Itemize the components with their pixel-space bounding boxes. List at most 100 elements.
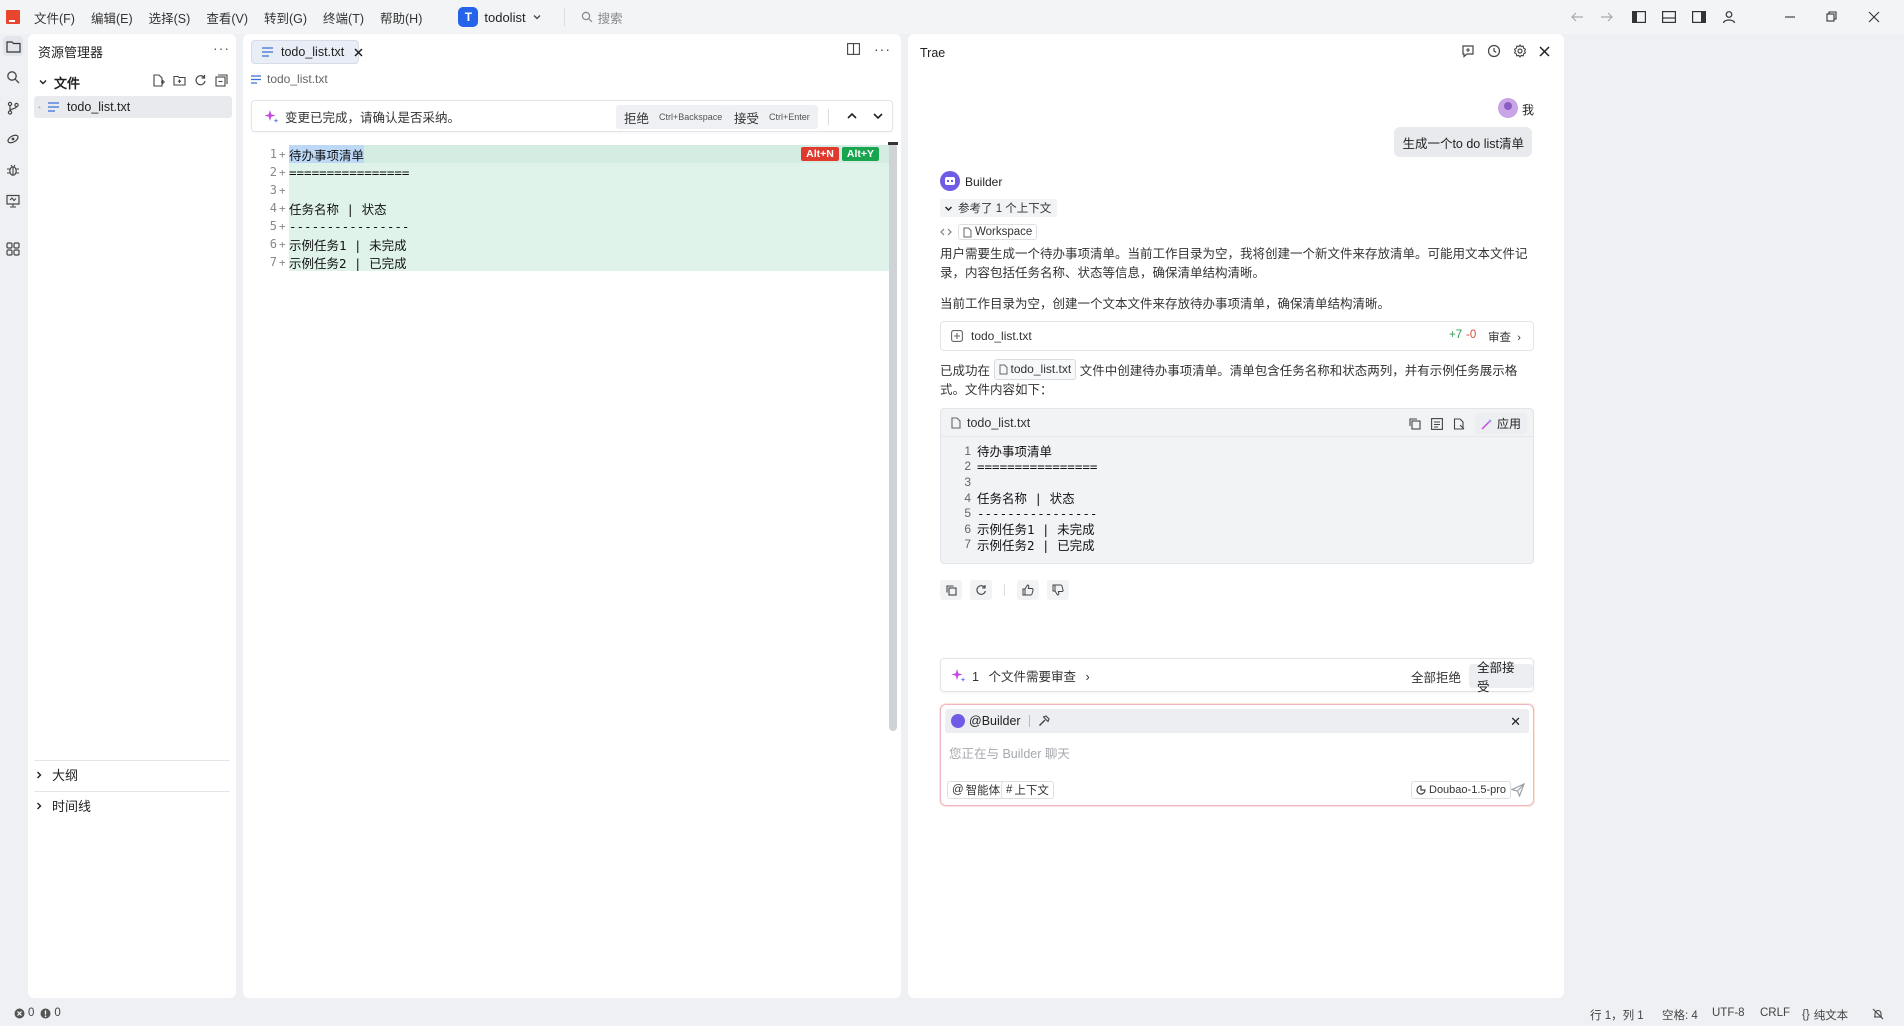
menu-edit[interactable]: 编辑(E) — [91, 8, 133, 27]
accept-shortcut: Ctrl+Enter — [769, 112, 810, 122]
language-mode[interactable]: {} 纯文本 — [1802, 1007, 1848, 1023]
code-line[interactable]: 7 + 示例任务2 | 已完成 — [243, 253, 893, 271]
model-selector[interactable]: Doubao-1.5-pro — [1411, 781, 1512, 799]
added-line-highlight — [289, 181, 893, 199]
review-file-button[interactable]: 审查 › — [1488, 329, 1521, 345]
apply-button[interactable]: 应用 — [1474, 413, 1527, 434]
workspace-chip[interactable]: Workspace — [958, 224, 1038, 240]
thumbs-down-icon[interactable] — [1047, 580, 1069, 600]
reject-button[interactable]: 拒绝 Ctrl+Backspace — [616, 105, 731, 129]
reject-key-hint[interactable]: Alt+N — [801, 147, 839, 161]
editor-scrollbar[interactable] — [889, 143, 897, 731]
thumbs-up-icon[interactable] — [1017, 580, 1039, 600]
context-chip[interactable]: # 上下文 — [1001, 781, 1054, 799]
hammer-icon[interactable] — [1038, 715, 1050, 727]
reject-all-button[interactable]: 全部拒绝 — [1411, 667, 1461, 686]
pending-count: 1 — [972, 669, 979, 684]
restore-icon[interactable] — [1826, 11, 1838, 23]
code-area[interactable]: 1 + 待办事项清单 Alt+N Alt+Y 2 + ===============… — [243, 144, 893, 271]
pending-review-toggle[interactable]: 1 个文件需要审查 › — [972, 666, 1090, 685]
back-arrow-icon[interactable] — [1570, 11, 1584, 23]
remove-agent-icon[interactable]: ✕ — [1510, 714, 1521, 730]
context-reference[interactable]: 参考了 1 个上下文 — [940, 199, 1058, 217]
breadcrumb-file[interactable]: todo_list.txt — [267, 72, 328, 86]
outline-section[interactable]: 大纲 — [34, 760, 230, 788]
settings-gear-icon[interactable] — [1513, 44, 1527, 58]
menu-selection[interactable]: 选择(S) — [149, 8, 191, 27]
toggle-sidebar-icon[interactable] — [1632, 11, 1646, 23]
refresh-icon[interactable] — [194, 74, 207, 87]
code-line[interactable]: 1 + 待办事项清单 Alt+N Alt+Y — [243, 144, 893, 164]
code-block-line: 1 待办事项清单 — [941, 443, 1533, 460]
menu-terminal[interactable]: 终端(T) — [323, 8, 364, 27]
remote-explorer-icon[interactable] — [3, 191, 23, 211]
more-actions-icon[interactable]: ··· — [874, 42, 891, 56]
send-icon[interactable] — [1511, 783, 1525, 797]
close-window-icon[interactable] — [1868, 11, 1880, 23]
search-icon — [581, 11, 593, 23]
insert-terminal-icon[interactable] — [1431, 417, 1443, 430]
forward-arrow-icon[interactable] — [1600, 11, 1614, 23]
copy-message-icon[interactable] — [940, 580, 962, 600]
problems-indicator[interactable]: 0 0 — [14, 1007, 61, 1019]
regenerate-icon[interactable] — [970, 580, 992, 600]
chat-input-box[interactable]: @Builder ✕ 您正在与 Builder 聊天 @ 智能体 # 上下文 D… — [940, 704, 1534, 806]
agent-chip[interactable]: @ 智能体 — [947, 781, 1006, 799]
indentation[interactable]: 空格: 4 — [1662, 1007, 1698, 1023]
menu-file[interactable]: 文件(F) — [34, 8, 75, 27]
code-line[interactable]: 2 + ================ — [243, 163, 893, 181]
more-icon[interactable]: ··· — [213, 40, 230, 56]
notifications-icon[interactable] — [1872, 1008, 1884, 1020]
review-label: 审查 — [1488, 332, 1511, 344]
title-search[interactable]: 搜索 — [563, 8, 623, 26]
encoding[interactable]: UTF-8 — [1712, 1007, 1745, 1019]
next-change-icon[interactable] — [872, 110, 884, 122]
account-icon[interactable] — [1722, 10, 1736, 24]
collapse-all-icon[interactable] — [215, 74, 228, 87]
previous-change-icon[interactable] — [846, 110, 858, 122]
timeline-section[interactable]: 时间线 — [34, 791, 230, 819]
cursor-position[interactable]: 行 1，列 1 — [1590, 1007, 1644, 1023]
menu-view[interactable]: 查看(V) — [206, 8, 248, 27]
code-line[interactable]: 3 + — [243, 181, 893, 199]
project-switcher[interactable]: T todolist — [458, 7, 541, 27]
file-item-todo-list[interactable]: • todo_list.txt — [34, 96, 232, 118]
breadcrumb[interactable]: todo_list.txt — [251, 72, 328, 86]
close-panel-icon[interactable] — [1539, 44, 1550, 58]
toggle-panel-icon[interactable] — [1662, 11, 1676, 23]
search-icon[interactable] — [3, 67, 23, 87]
new-file-from-code-icon[interactable] — [1453, 417, 1465, 430]
file-reference-chip[interactable]: todo_list.txt — [993, 359, 1077, 380]
new-folder-icon[interactable] — [173, 74, 186, 87]
extensions-link-icon[interactable] — [3, 129, 23, 149]
close-tab-icon[interactable] — [354, 47, 363, 57]
tab-todo-list[interactable]: todo_list.txt — [251, 40, 363, 64]
menu-help[interactable]: 帮助(H) — [380, 8, 422, 27]
extensions-icon[interactable] — [3, 239, 23, 259]
line-ending[interactable]: CRLF — [1760, 1007, 1790, 1019]
chat-input-placeholder[interactable]: 您正在与 Builder 聊天 — [949, 743, 1070, 762]
new-chat-icon[interactable] — [1461, 44, 1475, 58]
editor-panel: todo_list.txt ··· todo_list.txt 变更已完成，请确… — [243, 34, 901, 998]
copy-icon[interactable] — [1409, 417, 1421, 430]
code-line[interactable]: 5 + ---------------- — [243, 217, 893, 235]
menu-go[interactable]: 转到(G) — [264, 8, 307, 27]
split-editor-icon[interactable] — [847, 43, 860, 55]
accept-button[interactable]: 接受 Ctrl+Enter — [726, 105, 818, 129]
new-file-icon[interactable] — [152, 74, 165, 87]
code-text: ---------------- — [289, 218, 410, 234]
explorer-icon[interactable] — [3, 36, 23, 56]
agent-name[interactable]: @Builder — [969, 714, 1021, 728]
source-control-icon[interactable] — [3, 98, 23, 118]
folder-row[interactable]: 文件 — [38, 72, 228, 92]
code-line[interactable]: 4 + 任务名称 | 状态 — [243, 199, 893, 217]
accept-key-hint[interactable]: Alt+Y — [841, 147, 879, 161]
debug-icon[interactable] — [3, 160, 23, 180]
history-icon[interactable] — [1487, 44, 1501, 58]
file-change-card[interactable]: todo_list.txt +7 -0 审查 › — [940, 321, 1534, 351]
code-line[interactable]: 6 + 示例任务1 | 未完成 — [243, 235, 893, 253]
toggle-secondary-sidebar-icon[interactable] — [1692, 11, 1706, 23]
line-number: 5 — [269, 219, 277, 233]
accept-all-button[interactable]: 全部接受 — [1469, 661, 1533, 694]
minimize-icon[interactable] — [1784, 11, 1796, 23]
